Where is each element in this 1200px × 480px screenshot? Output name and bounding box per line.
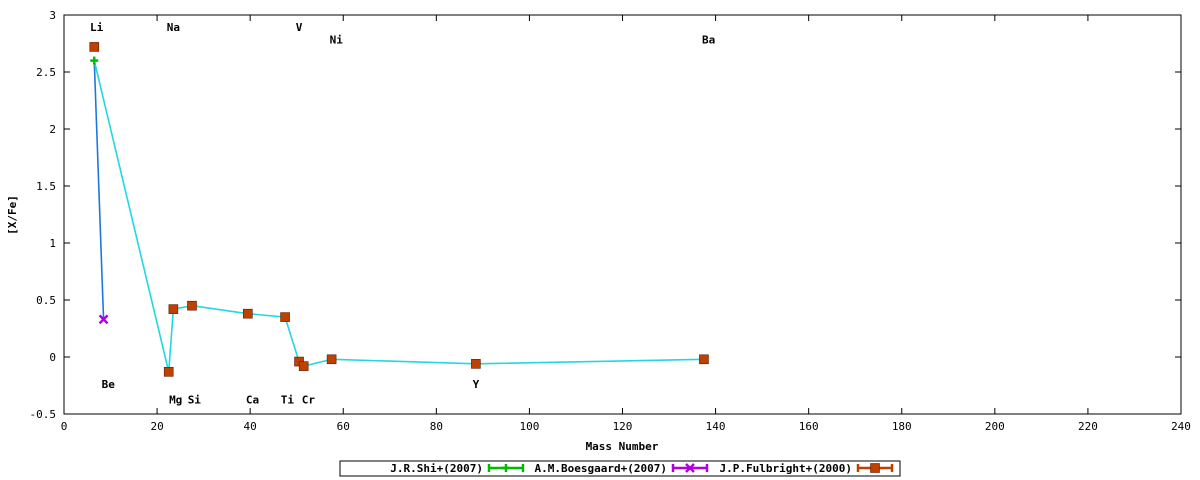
element-label: V xyxy=(296,21,303,34)
axis-ticks xyxy=(63,14,1182,415)
chart-figure: 0 20 40 60 80 100 120 140 160 180 200 220 240 -0.5 0 0.… xyxy=(6,9,1191,477)
series-line xyxy=(93,60,704,373)
data-point xyxy=(280,312,290,322)
y-tick-label: -0.5 xyxy=(30,408,57,421)
data-point xyxy=(163,367,174,377)
x-tick-label: 80 xyxy=(430,420,443,433)
element-label: Si xyxy=(188,394,202,407)
y-tick-label: 3 xyxy=(49,9,56,22)
element-label: Ni xyxy=(330,34,344,47)
element-label: Li xyxy=(90,21,104,34)
data-point xyxy=(471,359,481,369)
x-tick-label: 20 xyxy=(150,420,163,433)
legend-sample-marker xyxy=(870,463,880,473)
y-axis-title: [X/Fe] xyxy=(6,195,19,235)
x-tick-label: 220 xyxy=(1078,420,1098,433)
y-tick-label: 1 xyxy=(49,237,56,250)
element-label: Ba xyxy=(702,34,715,47)
x-tick-label: 120 xyxy=(613,420,633,433)
data-point xyxy=(90,56,99,65)
series-lines xyxy=(93,60,704,373)
legend-entry-label: J.R.Shi+(2007) xyxy=(390,462,483,475)
data-point xyxy=(243,308,253,319)
data-point xyxy=(187,300,197,311)
element-label: Y xyxy=(473,378,480,391)
y-tick-label: 1.5 xyxy=(36,180,56,193)
x-tick-label: 140 xyxy=(706,420,726,433)
data-point xyxy=(168,304,179,314)
x-tick-label: 40 xyxy=(244,420,257,433)
x-tick-label: 60 xyxy=(337,420,350,433)
data-point xyxy=(298,361,309,371)
data-point xyxy=(89,42,100,52)
plot-area-frame xyxy=(63,14,1182,415)
element-label: Ca xyxy=(246,394,259,407)
x-tick-label: 240 xyxy=(1171,420,1191,433)
element-label: Na xyxy=(167,21,180,34)
legend-entry-label: A.M.Boesgaard+(2007) xyxy=(535,462,667,475)
data-point xyxy=(326,354,337,365)
element-label: Be xyxy=(102,378,116,391)
x-tick-label: 180 xyxy=(892,420,912,433)
y-tick-label: 2 xyxy=(49,123,56,136)
element-label: Ti xyxy=(281,394,295,407)
series-line xyxy=(93,60,105,320)
element-labels: Li Na V Ni Ba Be Y Mg Si Ca Ti Cr xyxy=(90,21,715,407)
x-tick-label: 0 xyxy=(61,420,68,433)
y-tick-label: 2.5 xyxy=(36,66,56,79)
tick-labels: 0 20 40 60 80 100 120 140 160 180 200 220 240 -0.5 0 0.… xyxy=(30,9,1191,433)
element-label: Cr xyxy=(302,394,316,407)
data-point xyxy=(699,354,709,365)
y-tick-label: 0 xyxy=(49,351,56,364)
legend-entry-label: J.P.Fulbright+(2000) xyxy=(720,462,852,475)
y-tick-label: 0.5 xyxy=(36,294,56,307)
element-label: Mg xyxy=(169,394,182,407)
x-tick-label: 100 xyxy=(519,420,539,433)
series-markers xyxy=(89,42,709,377)
legend: J.R.Shi+(2007) A.M.Boesgaard+(2007) J.P.Fu… xyxy=(339,460,901,477)
x-tick-label: 160 xyxy=(799,420,819,433)
x-tick-label: 200 xyxy=(985,420,1005,433)
x-axis-title: Mass Number xyxy=(586,440,659,453)
